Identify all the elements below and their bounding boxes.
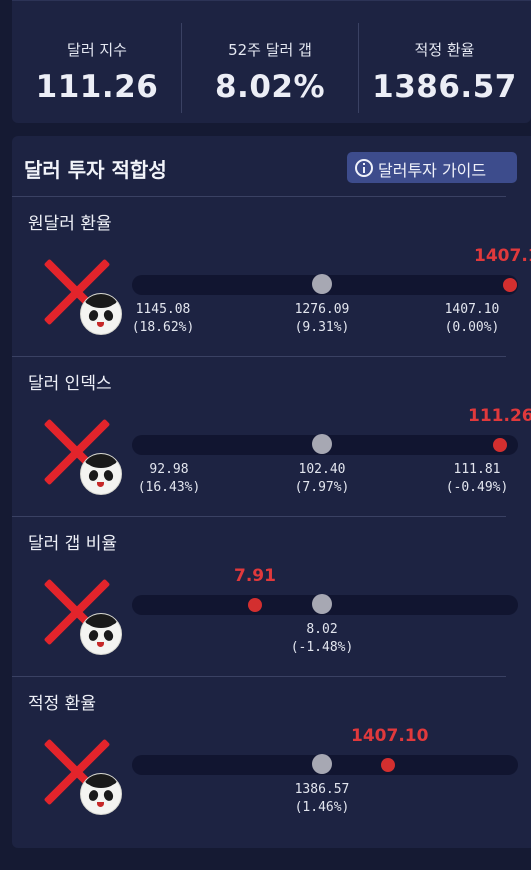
current-value-label: 7.91	[234, 566, 276, 586]
range-mid-label: 8.02 (-1.48%)	[290, 622, 354, 655]
range-track	[132, 594, 518, 615]
range-mid-label: 1276.09 (9.31%)	[294, 302, 350, 335]
stat-label: 달러 지수	[67, 41, 127, 59]
stat-value: 111.26	[35, 69, 159, 105]
range-mid-label: 1386.57 (1.46%)	[294, 782, 350, 815]
stats-card: 달러 지수 111.26 52주 달러 갭 8.02% 적정 환율 1386.5…	[12, 0, 531, 123]
range-mid-label: 102.40 (7.97%)	[294, 462, 350, 495]
median-marker	[312, 754, 332, 774]
current-value-label: 1407.1	[474, 246, 531, 266]
row-title: 달러 갭 비율	[28, 534, 118, 554]
range-track	[132, 274, 518, 295]
range-min-label: 1145.08 (18.62%)	[131, 302, 195, 335]
current-value-label: 1407.10	[351, 726, 429, 746]
row-fair-exchange-rate: 적정 환율 1407.10 1386.57 (1.46%)	[12, 676, 531, 836]
stat-value: 1386.57	[372, 69, 517, 105]
row-title: 원달러 환율	[28, 214, 112, 234]
stat-value: 8.02%	[214, 69, 326, 105]
current-marker	[503, 278, 517, 292]
stat-dollar-index: 달러 지수 111.26	[12, 1, 182, 123]
range-track	[132, 754, 518, 775]
dollar-guide-button[interactable]: 달러투자 가이드	[347, 152, 517, 183]
median-marker	[312, 274, 332, 294]
stat-52w-dollar-gap: 52주 달러 갭 8.02%	[182, 1, 358, 123]
row-title: 적정 환율	[28, 694, 96, 714]
median-marker	[312, 434, 332, 454]
range-min-label: 92.98 (16.43%)	[137, 462, 201, 495]
range-max-label: 111.81 (-0.49%)	[445, 462, 509, 495]
panda-avatar-icon	[80, 773, 122, 815]
panel-title: 달러 투자 적합성	[24, 158, 167, 182]
current-value-label: 111.26	[468, 406, 531, 426]
current-marker	[248, 598, 262, 612]
current-marker	[381, 758, 395, 772]
panda-avatar-icon	[80, 613, 122, 655]
row-krw-usd-rate: 원달러 환율 1407.1 1145.08(18.62%) 1276.09(9.…	[12, 196, 531, 356]
row-title: 달러 인덱스	[28, 374, 112, 394]
stat-label: 52주 달러 갭	[228, 41, 312, 59]
stat-fair-rate: 적정 환율 1386.57	[358, 1, 531, 123]
suitability-panel: 달러 투자 적합성 달러투자 가이드 원달러 환율 1407.1 1145.08…	[12, 136, 531, 848]
row-dollar-index: 달러 인덱스 111.26 92.98 (16.43%) 102.40 (7.97%…	[12, 356, 531, 516]
range-track	[132, 434, 518, 455]
row-dollar-gap-ratio: 달러 갭 비율 7.91 8.02 (-1.48%)	[12, 516, 531, 676]
median-marker	[312, 594, 332, 614]
info-icon	[355, 159, 373, 177]
stat-label: 적정 환율	[414, 41, 475, 59]
range-max-label: 1407.10 (0.00%)	[444, 302, 500, 335]
current-marker	[493, 438, 507, 452]
guide-button-label: 달러투자 가이드	[378, 161, 487, 180]
